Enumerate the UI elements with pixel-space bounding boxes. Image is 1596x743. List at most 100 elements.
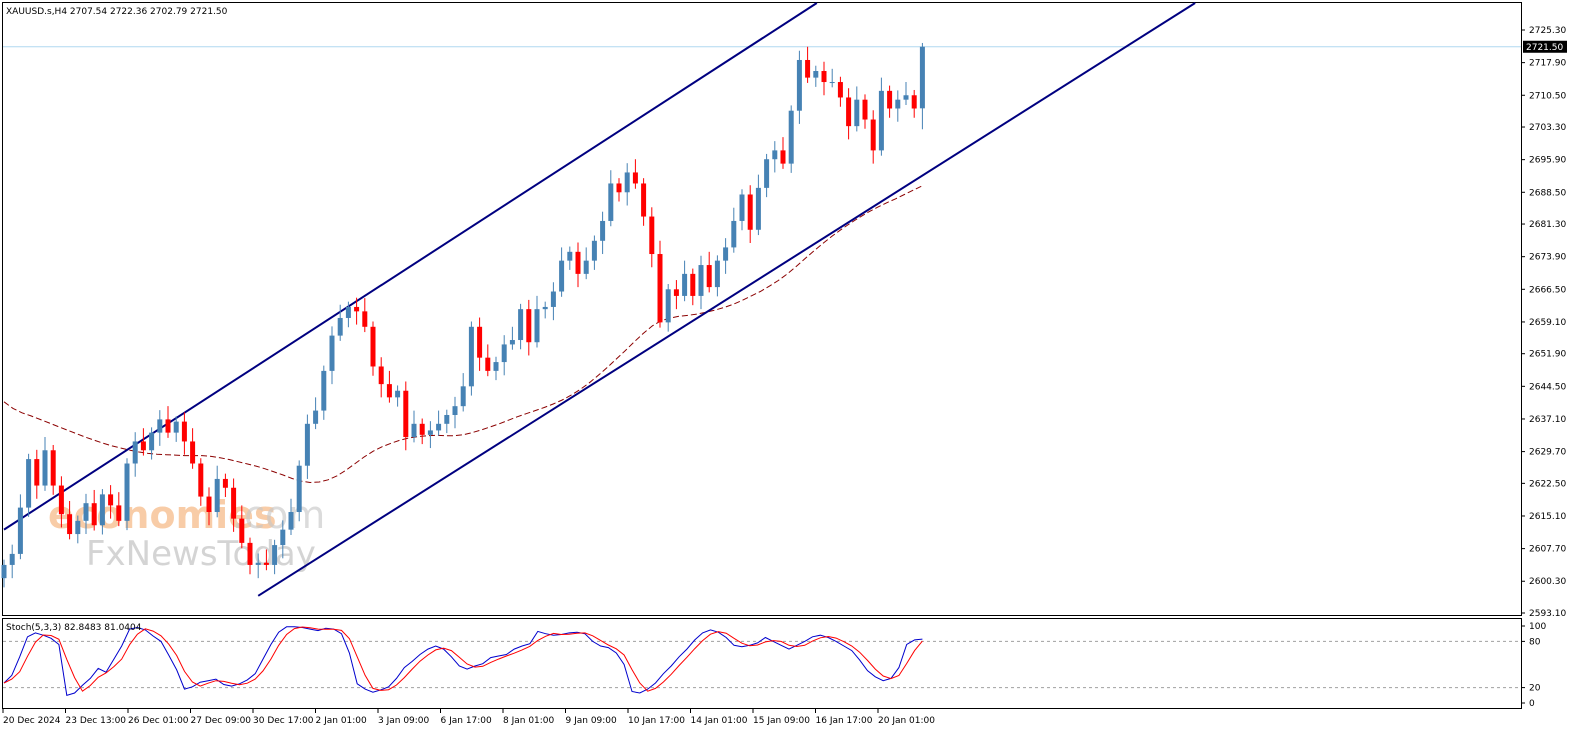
candle-body: [813, 71, 819, 78]
candle: [501, 335, 507, 376]
time-axis[interactable]: 20 Dec 2024 23 Dec 13:00 26 Dec 01:00 27 De…: [2, 709, 935, 726]
candle: [50, 444, 56, 495]
candle: [559, 247, 565, 297]
candle-body: [403, 390, 409, 438]
candle-body: [698, 265, 704, 296]
candle: [739, 189, 745, 231]
candle: [591, 235, 597, 270]
candle: [698, 255, 704, 310]
candle: [550, 282, 556, 321]
candle-body: [583, 260, 589, 274]
price-tick-label: 2622.50: [1529, 479, 1566, 489]
candle: [575, 242, 581, 288]
candle-body: [460, 386, 466, 407]
candle-body: [624, 172, 630, 193]
candle-body: [501, 344, 507, 363]
candle-body: [255, 562, 261, 565]
stoch-tick-label: 80: [1529, 637, 1541, 647]
price-chart[interactable]: economies .com FxNewsToday 2725.302717.9…: [0, 0, 1596, 743]
price-tick-label: 2651.90: [1529, 350, 1566, 360]
price-tick-label: 2666.50: [1529, 285, 1566, 295]
candle-body: [911, 95, 917, 109]
candle: [124, 458, 130, 531]
price-tick-label: 2615.10: [1529, 512, 1566, 522]
candle: [682, 260, 688, 302]
price-tick-label: 2725.30: [1529, 26, 1566, 36]
candle: [313, 397, 319, 430]
candle-body: [772, 150, 778, 160]
channel-lower-line[interactable]: [257, 2, 1196, 597]
candle-body: [132, 441, 138, 464]
moving-average: [3, 185, 923, 484]
candle-body: [239, 518, 245, 543]
candle-body: [280, 529, 286, 546]
stochastic-oscillator: [3, 626, 1521, 696]
candle-body: [837, 82, 843, 98]
candle: [673, 280, 679, 310]
candle-body: [796, 59, 802, 111]
candle: [657, 240, 663, 328]
channel-upper-line[interactable]: [3, 2, 818, 531]
candle-body: [50, 450, 56, 486]
candle-body: [755, 187, 761, 230]
candle-body: [231, 487, 237, 519]
time-tick-label: 14 Jan 01:00: [691, 716, 748, 726]
candle: [723, 238, 729, 274]
candle-body: [83, 503, 89, 521]
candle-body: [468, 326, 474, 387]
time-tick-label: 30 Dec 17:00: [253, 716, 314, 726]
candle: [780, 137, 786, 169]
candle-body: [411, 423, 417, 438]
candle: [493, 356, 499, 381]
stoch-panel-frame: [2, 618, 1522, 709]
candle: [444, 409, 450, 434]
time-tick-label: 3 Jan 09:00: [378, 716, 430, 726]
price-tick-label: 2593.10: [1529, 609, 1566, 619]
candle-body: [99, 494, 105, 526]
candle: [452, 396, 458, 429]
candle-body: [116, 505, 122, 521]
candle: [821, 61, 827, 96]
candle-body: [58, 485, 64, 515]
candle-body: [903, 95, 909, 100]
candle-body: [854, 99, 860, 127]
candle-body: [862, 99, 868, 120]
candle-body: [173, 421, 179, 433]
candle-body: [321, 370, 327, 411]
candle-body: [649, 216, 655, 255]
candle-body: [354, 306, 360, 312]
candle: [747, 185, 753, 244]
candle: [567, 246, 573, 270]
stoch-signal-line: [3, 626, 923, 692]
candle: [608, 170, 614, 227]
candle-body: [846, 97, 852, 127]
candle: [813, 65, 819, 87]
candle: [526, 299, 532, 356]
candle-body: [485, 357, 491, 371]
candle-body: [567, 251, 573, 261]
candle: [436, 410, 442, 436]
candle-body: [739, 194, 745, 221]
candle-body: [263, 562, 269, 565]
time-tick-label: 10 Jan 17:00: [628, 716, 685, 726]
candle-body: [821, 71, 827, 83]
candle-body: [714, 260, 720, 288]
time-tick-label: 20 Dec 2024: [3, 716, 61, 726]
candle-body: [608, 183, 614, 221]
candle: [854, 86, 860, 132]
candle-body: [378, 366, 384, 385]
price-tick-label: 2659.10: [1529, 318, 1566, 328]
candle: [542, 301, 548, 319]
price-axis[interactable]: 2725.30 2717.90 2710.50 2703.30 2695.90 2688.…: [1521, 26, 1567, 619]
candle-body: [329, 335, 335, 371]
candle: [419, 418, 425, 445]
price-tick-label: 2629.70: [1529, 448, 1566, 458]
chart-header-info: XAUUSD.s,H4 2707.54 2722.36 2702.79 2721…: [6, 7, 228, 17]
candle: [772, 141, 778, 173]
candle: [190, 428, 196, 469]
candle: [42, 437, 48, 491]
candle-body: [534, 309, 540, 343]
candle: [911, 89, 917, 118]
candle-body: [690, 273, 696, 296]
candle-body: [600, 220, 606, 241]
